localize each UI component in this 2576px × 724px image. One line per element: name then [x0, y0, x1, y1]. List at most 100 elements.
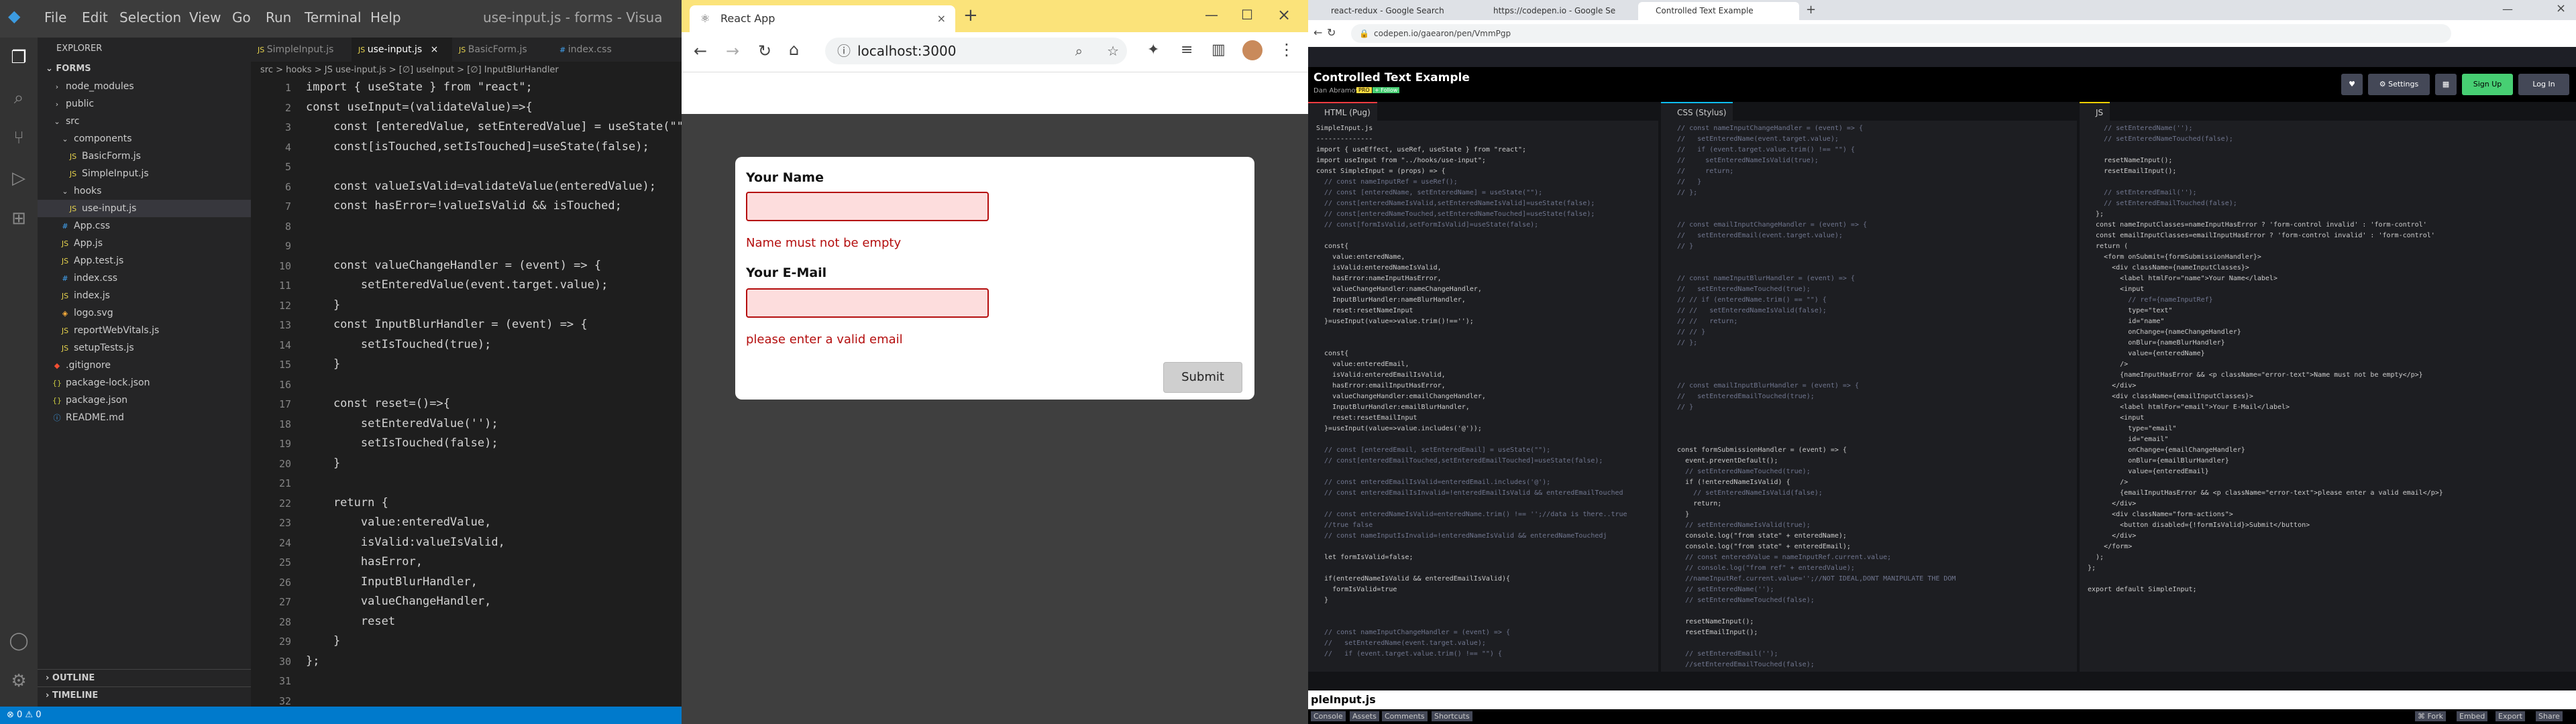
file-tree-item[interactable]: JS reportWebVitals.js	[38, 322, 251, 339]
tab-basicform[interactable]: JS BasicForm.js	[452, 38, 553, 62]
tab-simpleinput[interactable]: JS SimpleInput.js	[251, 38, 352, 62]
bookmark-star-icon[interactable]: ☆	[1107, 38, 1119, 64]
menu-run[interactable]: Run	[266, 9, 291, 25]
reload-icon[interactable]: ↻	[1327, 26, 1336, 39]
css-pane[interactable]: CSS (Stylus) // const nameInputChangeHan…	[1661, 102, 2077, 672]
site-info-icon[interactable]: ⓘ	[837, 38, 851, 64]
breadcrumb[interactable]: src > hooks > JS use-input.js > [∅] useI…	[251, 62, 682, 79]
file-tree-item[interactable]: ⌄ hooks	[38, 182, 251, 200]
project-root[interactable]: ⌄ FORMS	[38, 60, 251, 78]
file-tree-item[interactable]: JS SimpleInput.js	[38, 165, 251, 182]
address-bar[interactable]: ⓘ localhost:3000 ⌕ ☆	[825, 38, 1127, 64]
file-tree-item[interactable]: ⌄ src	[38, 113, 251, 130]
submit-button[interactable]: Submit	[1163, 362, 1242, 393]
share-button[interactable]: Share	[2536, 711, 2563, 721]
minimize-icon[interactable]: —	[1205, 7, 1218, 23]
tab-google-search-redux[interactable]: react-redux - Google Search	[1313, 2, 1474, 20]
reload-icon[interactable]: ↻	[758, 42, 771, 60]
tab-use-input[interactable]: JS use-input.js ×	[352, 38, 452, 62]
shortcuts-button[interactable]: Shortcuts	[1432, 711, 1472, 721]
file-tree-item[interactable]: JS index.js	[38, 287, 251, 304]
name-input[interactable]	[746, 192, 989, 221]
menu-file[interactable]: File	[44, 9, 66, 25]
settings-button[interactable]: ⚙ Settings	[2368, 74, 2430, 95]
js-pane[interactable]: JS // setEnteredName(''); // setEnteredN…	[2080, 102, 2576, 672]
menu-selection[interactable]: Selection	[119, 9, 181, 25]
avatar[interactable]	[1242, 40, 1263, 60]
menu-go[interactable]: Go	[232, 9, 251, 25]
new-tab-icon[interactable]: +	[1806, 3, 1816, 17]
log-in-button[interactable]: Log In	[2518, 74, 2569, 95]
html-pane[interactable]: HTML (Pug) SimpleInput.js -------------- i…	[1308, 102, 1658, 672]
tab-index-css[interactable]: # index.css	[553, 38, 640, 62]
more-menu-icon[interactable]: ⋮	[1279, 40, 1295, 59]
menu-help[interactable]: Help	[370, 9, 401, 25]
follow-button[interactable]: + Follow	[1373, 87, 1400, 93]
file-tree-item[interactable]: ⌄ components	[38, 130, 251, 147]
menu-terminal[interactable]: Terminal	[305, 9, 362, 25]
assets-button[interactable]: Assets	[1350, 711, 1379, 721]
line-number: 25	[278, 556, 291, 568]
outline-section[interactable]: › OUTLINE	[38, 669, 251, 686]
side-panel-icon[interactable]: ▥	[1212, 42, 1226, 58]
pen-code-line: if (!enteredNameIsValid) {	[1669, 479, 1790, 486]
file-tree-item[interactable]: ⓘ README.md	[38, 409, 251, 426]
file-tree-item[interactable]: ◈ logo.svg	[38, 304, 251, 322]
run-debug-icon[interactable]: ▷	[8, 168, 30, 189]
sign-up-button[interactable]: Sign Up	[2462, 74, 2513, 95]
file-tree-item[interactable]: # App.css	[38, 217, 251, 235]
file-tree-item[interactable]: JS App.js	[38, 235, 251, 252]
file-tree-item[interactable]: # index.css	[38, 269, 251, 287]
manage-gear-icon[interactable]: ⚙	[8, 670, 30, 692]
file-tree-item[interactable]: JS BasicForm.js	[38, 147, 251, 165]
file-tree-item[interactable]: {} package.json	[38, 391, 251, 409]
zoom-search-icon[interactable]: ⌕	[1075, 38, 1083, 64]
back-icon[interactable]: ←	[694, 42, 707, 60]
new-tab-icon[interactable]: +	[963, 5, 978, 25]
email-input[interactable]	[746, 288, 989, 318]
source-control-icon[interactable]: ⑂	[8, 127, 30, 149]
menu-edit[interactable]: Edit	[82, 9, 108, 25]
close-icon[interactable]: ×	[431, 44, 439, 55]
explorer-icon[interactable]: ❐	[8, 47, 30, 68]
file-tree-item[interactable]: › public	[38, 95, 251, 113]
back-icon[interactable]: ←	[1313, 26, 1322, 39]
comments-button[interactable]: Comments	[1382, 711, 1428, 721]
problems-count[interactable]: ⊗ 0 ⚠ 0	[7, 710, 42, 720]
file-tree-item[interactable]: JS use-input.js	[38, 200, 251, 217]
fork-button[interactable]: ⌘ Fork	[2415, 711, 2447, 721]
timeline-section[interactable]: › TIMELINE	[38, 686, 251, 704]
minimize-icon[interactable]: —	[2502, 3, 2513, 15]
tab-google-search-codepen[interactable]: https://codepen.io - Google Se	[1476, 2, 1637, 20]
file-tree-item[interactable]: {} package-lock.json	[38, 374, 251, 391]
codepen-footer: Console Assets Comments Shortcuts ⌘ Fork…	[1308, 709, 2576, 724]
embed-button[interactable]: Embed	[2457, 711, 2488, 721]
like-button[interactable]: ♥	[2341, 74, 2363, 95]
file-tree-item[interactable]: › node_modules	[38, 78, 251, 95]
account-icon[interactable]: ◯	[8, 630, 30, 652]
home-icon[interactable]: ⌂	[789, 40, 799, 59]
layout-button[interactable]: ▦	[2435, 74, 2457, 95]
console-button[interactable]: Console	[1311, 711, 1346, 721]
maximize-icon[interactable]: ☐	[1241, 7, 1253, 23]
extensions-icon[interactable]: ✦	[1147, 42, 1159, 58]
address-bar[interactable]: 🔒 codepen.io/gaearon/pen/VmmPgp	[1351, 24, 2451, 43]
code-editor[interactable]: 1 import { useState } from "react"; 2 const…	[251, 79, 682, 724]
codepen-toolbar: ← ↻ 🔒 codepen.io/gaearon/pen/VmmPgp	[1308, 20, 2576, 47]
extensions-icon[interactable]: ⊞	[8, 208, 30, 229]
close-window-icon[interactable]: ×	[1277, 5, 1291, 24]
tab-controlled-text[interactable]: Controlled Text Example	[1638, 2, 1799, 20]
export-button[interactable]: Export	[2496, 711, 2526, 721]
file-tree-item[interactable]: ◆ .gitignore	[38, 357, 251, 374]
browser-tab[interactable]: ⚛ React App ×	[690, 5, 955, 32]
vscode-logo-icon: ◆	[8, 7, 21, 25]
forward-icon[interactable]: →	[726, 42, 739, 60]
menu-view[interactable]: View	[189, 9, 221, 25]
pen-author[interactable]: Dan Abramov	[1313, 87, 1360, 95]
search-icon[interactable]: ⌕	[8, 87, 30, 109]
close-tab-icon[interactable]: ×	[937, 5, 946, 32]
media-icon[interactable]: ≡	[1181, 42, 1193, 58]
file-tree-item[interactable]: JS App.test.js	[38, 252, 251, 269]
file-tree-item[interactable]: JS setupTests.js	[38, 339, 251, 357]
close-window-icon[interactable]: ×	[2556, 1, 2566, 15]
